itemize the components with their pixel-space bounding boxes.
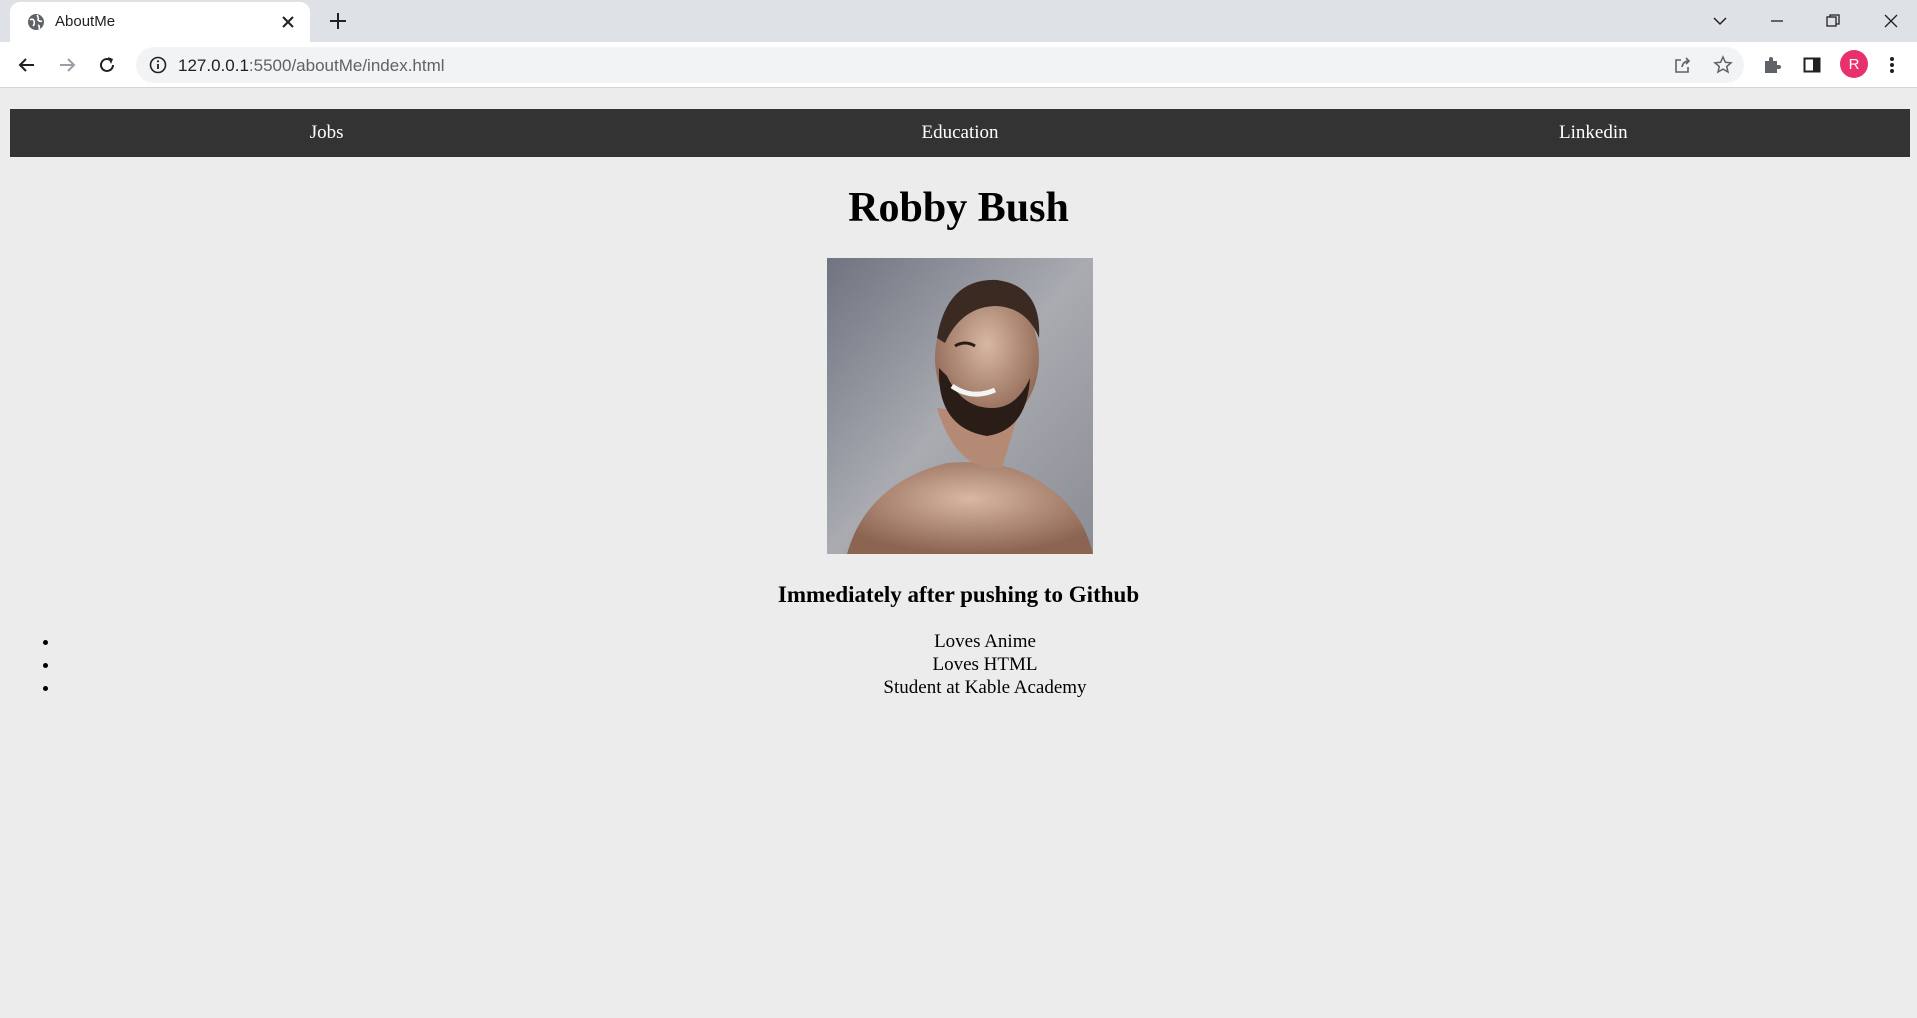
address-bar[interactable]: 127.0.0.1:5500/aboutMe/index.html (136, 47, 1744, 83)
back-arrow-icon[interactable] (14, 52, 40, 78)
tab-title: AboutMe (55, 13, 116, 30)
photo-caption: Immediately after pushing to Github (777, 582, 1140, 607)
nav-link-jobs[interactable]: Jobs (10, 109, 643, 157)
page-body: Jobs Education Linkedin Robby Bush Immed… (0, 89, 1917, 1018)
facts-list: Loves Anime Loves HTML Student at Kable … (60, 630, 1910, 699)
restore-icon[interactable] (1820, 8, 1846, 34)
browser-toolbar: 127.0.0.1:5500/aboutMe/index.html R (0, 42, 1917, 88)
list-item: Loves Anime (60, 630, 1910, 653)
menu-kebab-icon[interactable] (1880, 53, 1904, 77)
forward-arrow-icon[interactable] (54, 52, 80, 78)
reload-icon[interactable] (94, 52, 120, 78)
list-item: Loves HTML (60, 653, 1910, 676)
top-navigation: Jobs Education Linkedin (10, 109, 1910, 157)
browser-tabstrip: AboutMe (0, 0, 1917, 42)
close-window-icon[interactable] (1878, 8, 1904, 34)
list-item: Student at Kable Academy (60, 676, 1910, 699)
minimize-icon[interactable] (1764, 8, 1790, 34)
tab-search-icon[interactable] (1707, 8, 1733, 34)
side-panel-icon[interactable] (1800, 53, 1824, 77)
profile-avatar[interactable]: R (1840, 50, 1868, 78)
bookmark-star-icon[interactable] (1713, 55, 1733, 75)
new-tab-icon[interactable] (327, 10, 349, 32)
url-text[interactable]: 127.0.0.1:5500/aboutMe/index.html (178, 56, 445, 76)
browser-tab[interactable]: AboutMe (10, 2, 310, 42)
extensions-puzzle-icon[interactable] (1760, 53, 1784, 77)
share-icon[interactable] (1673, 55, 1693, 75)
nav-link-education[interactable]: Education (643, 109, 1276, 157)
globe-icon (28, 14, 44, 30)
page-title: Robby Bush (848, 185, 1069, 231)
nav-link-linkedin[interactable]: Linkedin (1277, 109, 1910, 157)
close-tab-icon[interactable] (280, 14, 296, 30)
profile-photo (827, 258, 1093, 554)
site-info-icon[interactable] (149, 56, 167, 74)
